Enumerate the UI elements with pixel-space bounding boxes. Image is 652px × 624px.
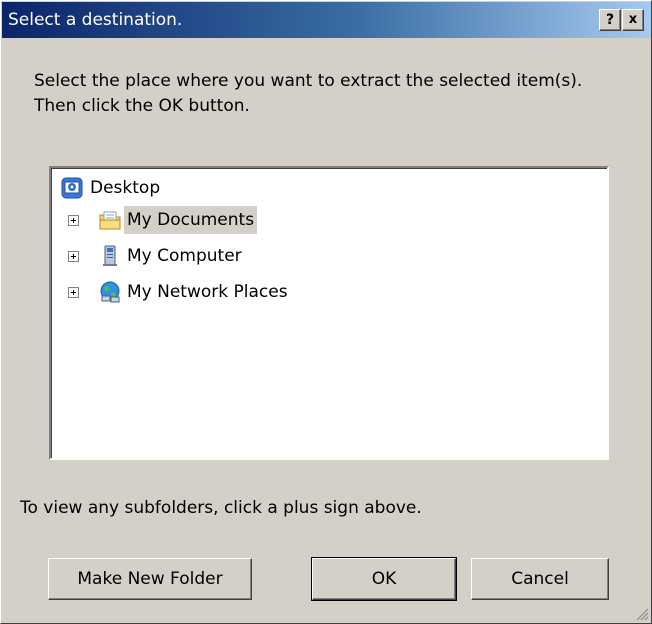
- subfolder-hint: To view any subfolders, click a plus sig…: [20, 498, 422, 518]
- computer-icon: [103, 245, 117, 266]
- desktop-icon: [61, 177, 83, 199]
- expand-plus-icon[interactable]: [68, 287, 79, 298]
- tree-item-my-network-places[interactable]: My Network Places: [61, 278, 361, 306]
- tree-item-my-computer[interactable]: My Computer: [61, 242, 361, 270]
- tree-item-label: My Computer: [127, 246, 242, 266]
- network-places-icon: [100, 281, 120, 303]
- help-icon: ?: [605, 12, 615, 28]
- tree-item-label: My Network Places: [127, 282, 288, 302]
- select-destination-dialog: Select a destination. ? x Select the pla…: [0, 0, 652, 624]
- instruction-text: Select the place where you want to extra…: [34, 71, 583, 116]
- resize-grip-icon[interactable]: [635, 607, 649, 621]
- make-new-folder-button[interactable]: Make New Folder: [48, 558, 252, 600]
- tree-item-label: My Documents: [124, 206, 258, 234]
- tree-item-my-documents[interactable]: My Documents: [61, 206, 361, 234]
- help-button[interactable]: ?: [599, 9, 621, 31]
- expand-plus-icon[interactable]: [68, 215, 79, 226]
- ok-button[interactable]: OK: [311, 557, 457, 601]
- tree-item-desktop[interactable]: Desktop: [61, 174, 361, 202]
- cancel-button[interactable]: Cancel: [471, 558, 609, 600]
- title-bar[interactable]: Select a destination. ? x: [2, 2, 651, 38]
- folder-tree[interactable]: Desktop My Documents My Computer My Netw…: [49, 166, 609, 460]
- expand-plus-icon[interactable]: [68, 251, 79, 262]
- tree-item-label: Desktop: [90, 178, 161, 198]
- window-title: Select a destination.: [8, 10, 183, 30]
- close-icon: x: [628, 12, 638, 27]
- close-button[interactable]: x: [622, 9, 644, 31]
- documents-folder-icon: [99, 211, 121, 230]
